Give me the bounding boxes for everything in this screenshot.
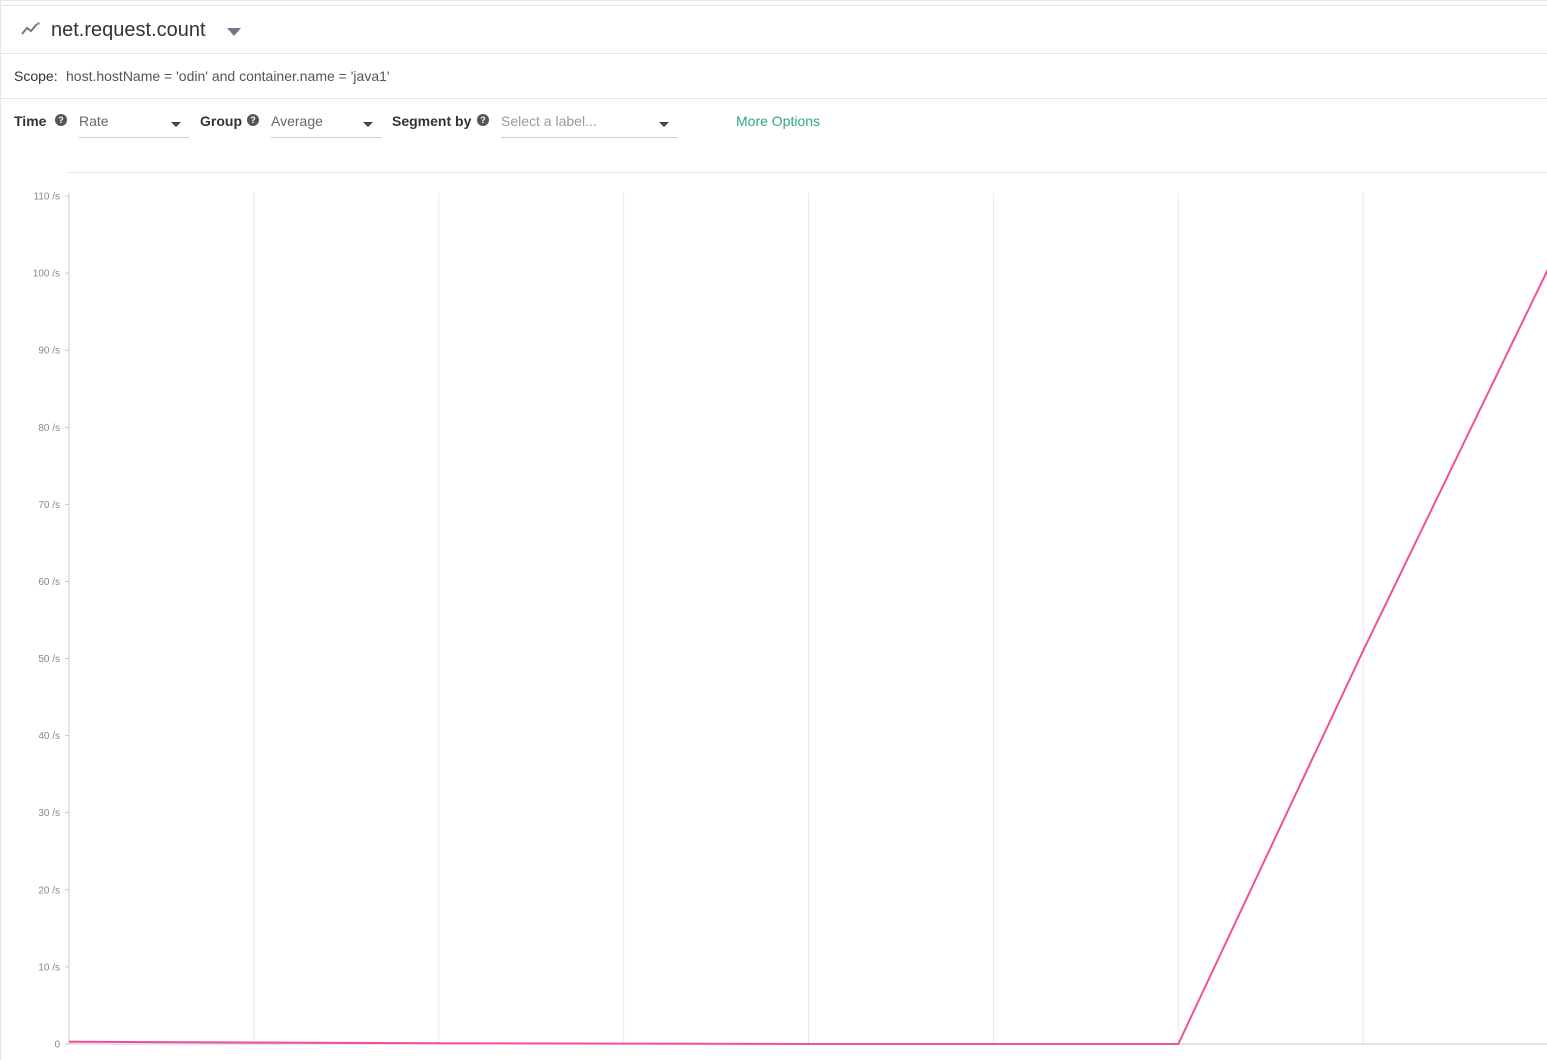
- y-tick-label: 90 /s: [38, 346, 60, 357]
- segment-select[interactable]: Select a label...: [501, 109, 678, 138]
- y-tick-label: 70 /s: [38, 500, 60, 511]
- scope-row: Scope: host.hostName = 'odin' and contai…: [1, 54, 1547, 99]
- y-tick-label: 110 /s: [34, 192, 61, 203]
- time-label: Time: [14, 113, 47, 129]
- time-select-value: Rate: [79, 113, 109, 129]
- y-tick-label: 80 /s: [38, 423, 60, 434]
- caret-down-icon: [171, 122, 181, 127]
- widget-header: net.request.count: [1, 5, 1547, 54]
- line-chart-icon: [21, 22, 40, 35]
- y-tick-label: 20 /s: [38, 885, 60, 896]
- help-icon[interactable]: ?: [55, 114, 67, 126]
- group-label: Group: [200, 113, 242, 129]
- y-tick-label: 100 /s: [33, 269, 60, 280]
- y-tick-label: 50 /s: [38, 654, 60, 665]
- time-select[interactable]: Rate: [79, 109, 189, 138]
- y-tick-label: 60 /s: [38, 577, 60, 588]
- query-controls: Time ? Rate Group ? Average Segment by ?…: [1, 99, 1547, 173]
- more-options-link[interactable]: More Options: [736, 113, 820, 129]
- divider: [68, 172, 1547, 173]
- segment-label: Segment by: [392, 113, 472, 129]
- help-icon[interactable]: ?: [477, 114, 489, 126]
- chevron-down-icon[interactable]: [227, 28, 241, 36]
- y-tick-label: 0: [54, 1040, 60, 1051]
- segment-select-placeholder: Select a label...: [501, 113, 597, 129]
- line-chart: 0 10 /s 20 /s 30 /s 40 /s 50 /s 60 /s 70 /s 80 /…: [33, 192, 1547, 1051]
- scope-value: host.hostName = 'odin' and container.nam…: [66, 68, 390, 84]
- y-tick-label: 30 /s: [38, 808, 60, 819]
- caret-down-icon: [363, 122, 373, 127]
- group-select-value: Average: [271, 113, 323, 129]
- scope-label: Scope:: [14, 68, 58, 84]
- caret-down-icon: [659, 122, 669, 127]
- help-icon[interactable]: ?: [247, 114, 259, 126]
- group-select[interactable]: Average: [271, 109, 382, 138]
- metric-name[interactable]: net.request.count: [51, 19, 206, 42]
- widget-frame: net.request.count Scope: host.hostName =…: [0, 0, 1547, 1060]
- y-tick-label: 40 /s: [38, 731, 60, 742]
- y-tick-label: 10 /s: [38, 962, 60, 973]
